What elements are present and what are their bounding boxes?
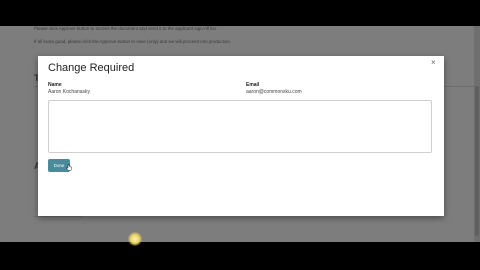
email-label: Email — [246, 82, 260, 88]
change-notes-textarea[interactable] — [48, 100, 432, 153]
click-highlight — [128, 232, 142, 246]
email-value: aaron@commonsku.com — [246, 89, 302, 95]
background-text-line: Please click Approve button to access th… — [34, 26, 218, 31]
name-label: Name — [48, 82, 62, 88]
hand-pointer-icon — [66, 164, 72, 171]
scrollbar-thumb[interactable] — [475, 86, 479, 236]
name-value: Aaron Kochanasky — [48, 89, 90, 95]
divider — [34, 216, 82, 217]
background-text-line: If all looks good, please click the Appr… — [34, 39, 232, 44]
video-letterbox-bottom — [0, 242, 480, 270]
change-required-dialog: Change Required × Name Aaron Kochanasky … — [38, 56, 444, 216]
video-letterbox-top — [0, 0, 480, 26]
page-background: Please click Approve button to access th… — [0, 26, 480, 242]
close-icon[interactable]: × — [431, 58, 436, 67]
dialog-title: Change Required — [48, 62, 135, 74]
